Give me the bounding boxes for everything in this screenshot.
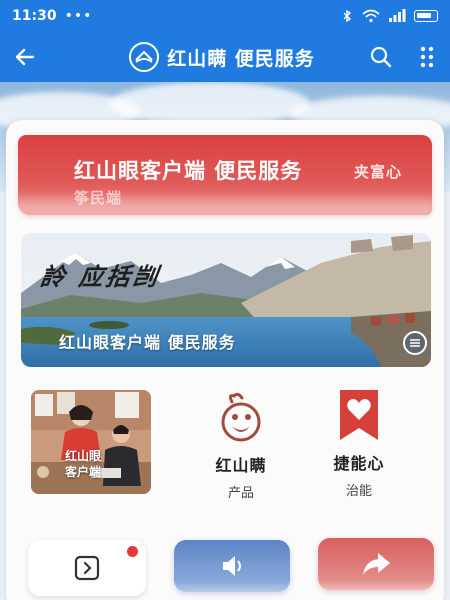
banner-tag: 夹富心 bbox=[353, 163, 402, 181]
signal-icon bbox=[389, 9, 406, 22]
status-bar: 11:30 ••• bbox=[0, 0, 450, 32]
page-title: 红山瞒 便民服务 bbox=[167, 47, 315, 70]
feature-skill-subtitle: 治能 bbox=[345, 484, 372, 499]
status-dots: ••• bbox=[64, 8, 93, 24]
status-time: 11:30 bbox=[12, 8, 57, 24]
back-arrow-icon bbox=[15, 48, 35, 66]
floating-menu-button[interactable] bbox=[403, 331, 427, 355]
search-icon bbox=[370, 46, 392, 68]
service-photo-card[interactable]: 红山眼 客户端 bbox=[31, 390, 151, 494]
header-title-group: 红山瞒 便民服务 bbox=[86, 42, 358, 72]
heart-bookmark-icon bbox=[340, 390, 378, 440]
landscape-caption: 红山眼客户端 便民服务 bbox=[59, 333, 236, 352]
back-button[interactable] bbox=[0, 32, 50, 82]
notification-dot bbox=[127, 546, 138, 557]
calligraphy-text: 詅 应括剀 bbox=[38, 262, 163, 291]
bottom-button-1[interactable] bbox=[28, 540, 146, 596]
main-card: 红山眼客户端 便民服务 夹富心 筝民端 詅 应括剀 红山眼客户端 便民服务 红山… bbox=[6, 120, 444, 600]
bluetooth-icon bbox=[343, 9, 352, 23]
share-arrow-icon bbox=[363, 553, 390, 575]
photo-label-line2: 客户端 bbox=[65, 465, 102, 479]
status-icons bbox=[340, 9, 438, 23]
photo-label: 红山眼 客户端 bbox=[65, 448, 101, 480]
more-button[interactable] bbox=[404, 32, 450, 82]
app-logo-icon bbox=[129, 42, 160, 72]
menu-icon bbox=[410, 339, 420, 347]
wifi-icon bbox=[362, 9, 380, 23]
banner-subtitle: 筝民端 bbox=[74, 189, 123, 207]
banner-title: 红山眼客户端 便民服务 bbox=[74, 159, 303, 183]
more-vertical-icon bbox=[420, 46, 434, 68]
feature-skill-title: 捷能心 bbox=[333, 454, 385, 473]
photo-label-line1: 红山眼 bbox=[65, 449, 102, 463]
chevron-box-icon bbox=[74, 555, 100, 581]
search-button[interactable] bbox=[358, 32, 404, 82]
bottom-button-2[interactable] bbox=[174, 540, 290, 592]
speaker-icon bbox=[223, 556, 241, 576]
landscape-banner[interactable]: 詅 应括剀 红山眼客户端 便民服务 bbox=[21, 233, 431, 367]
feature-product-title: 红山瞒 bbox=[215, 456, 267, 475]
feature-skill[interactable]: 捷能心 治能 bbox=[309, 388, 409, 499]
battery-icon bbox=[414, 10, 438, 22]
app-header: 红山瞒 便民服务 bbox=[0, 32, 450, 82]
bottom-button-3[interactable] bbox=[318, 538, 434, 590]
feature-product-subtitle: 产品 bbox=[227, 486, 254, 501]
mascot-icon bbox=[221, 392, 261, 442]
feature-product[interactable]: 红山瞒 产品 bbox=[191, 392, 291, 501]
service-banner[interactable]: 红山眼客户端 便民服务 夹富心 筝民端 bbox=[18, 135, 432, 215]
